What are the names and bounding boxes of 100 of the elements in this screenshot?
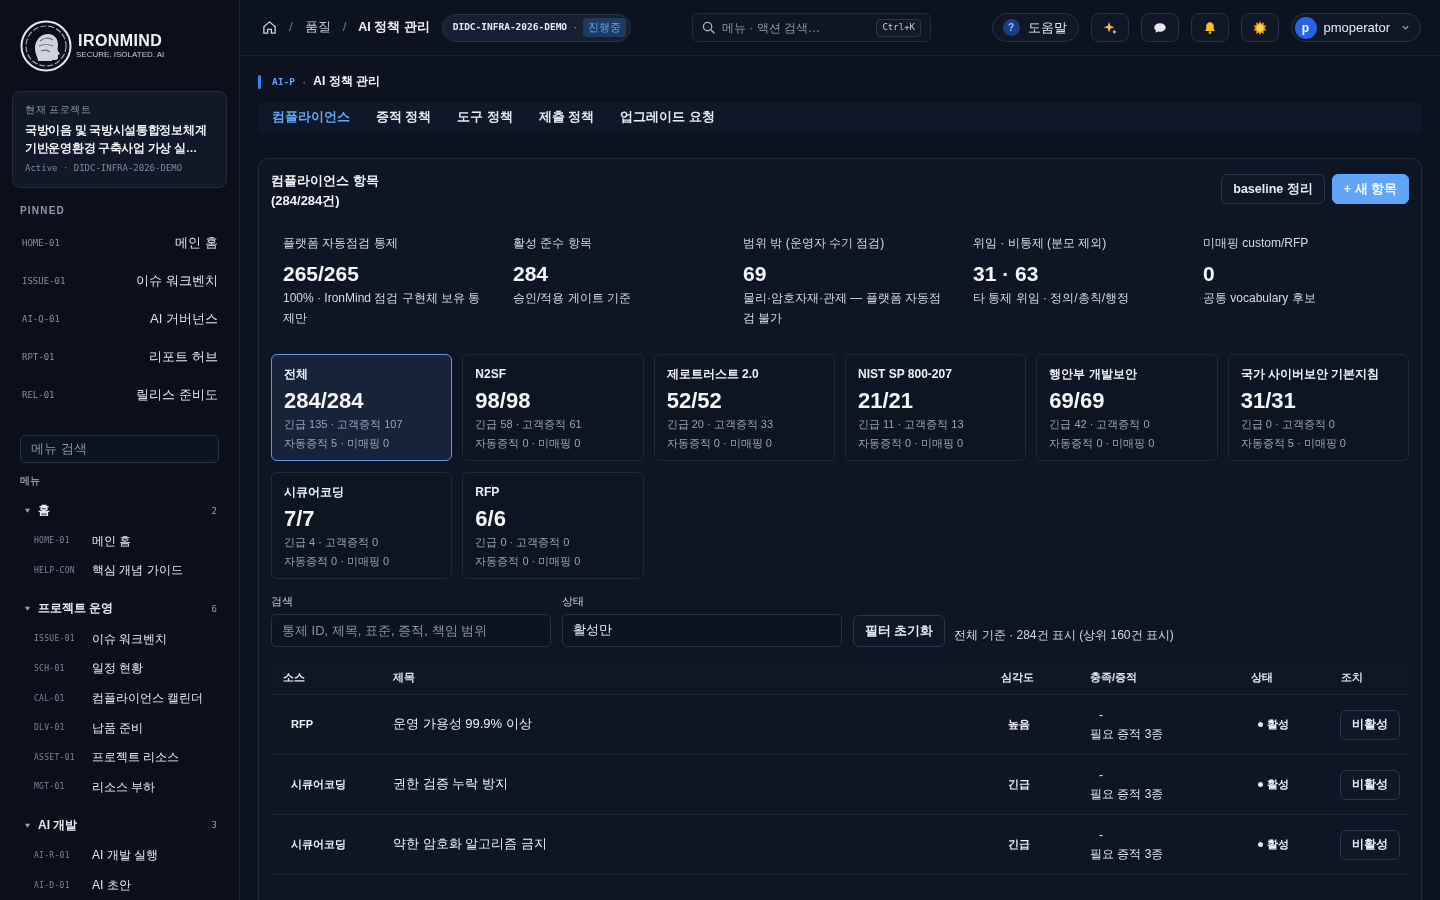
standard-detail: 자동증적 0 · 미매핑 0 <box>858 436 964 451</box>
standard-filter-card[interactable]: 행안부 개발보안 69/69 긴급 42 · 고객증적 0 자동증적 0 · 미매핑 0 <box>1036 354 1218 461</box>
stat-note: 승인/적용 게이트 기준 <box>513 290 632 307</box>
stat-label: 위임 · 비통제 (분모 제외) <box>973 235 1108 251</box>
user-menu-button[interactable]: p pmoperator <box>1290 13 1421 42</box>
column-header: 상태 <box>1250 670 1274 685</box>
reset-filter-button[interactable]: 필터 초기화 <box>853 615 946 647</box>
chat-button[interactable] <box>1140 13 1179 42</box>
pinned-link[interactable]: AI-Q-01 AI 거버넌스 <box>12 300 227 339</box>
breadcrumb-separator: / <box>342 19 347 36</box>
status-dot-icon <box>1258 782 1263 787</box>
brand-name: IRONMIND <box>78 31 163 50</box>
menu-link[interactable]: HELP-CON 핵심 개념 가이드 <box>12 556 227 586</box>
breadcrumb-separator: / <box>289 19 293 36</box>
standard-name: 시큐어코딩 <box>284 484 344 500</box>
stat-label: 미매핑 custom/RFP <box>1203 235 1310 251</box>
help-button[interactable]: ? 도움말 <box>991 13 1079 42</box>
status-dot-icon <box>1258 722 1263 727</box>
status-text: 활성 <box>1267 717 1289 732</box>
speech-bubble-icon <box>1152 20 1167 35</box>
deactivate-button[interactable]: 비활성 <box>1340 829 1400 860</box>
notifications-button[interactable] <box>1190 13 1229 42</box>
menu-group-toggle[interactable]: 홈 2 <box>12 494 227 527</box>
evidence-requirement: 필요 증적 3종 <box>1090 845 1164 862</box>
menu-link[interactable]: AI-R-01 AI 개발 실행 <box>12 841 227 872</box>
pinned-link[interactable]: HOME-01 메인 홈 <box>12 224 227 263</box>
panel-title: 컴플라이언스 항목 <box>271 172 379 190</box>
tab[interactable]: 제출 정책 <box>525 102 608 133</box>
tab[interactable]: 컴플라이언스 <box>259 102 363 133</box>
table-cell-text: 약한 암호화 알고리즘 금지 <box>392 836 548 853</box>
menu-link[interactable]: ASSET-01 프로젝트 리소스 <box>12 743 227 773</box>
table-cell-text: 시큐어코딩 <box>290 777 347 792</box>
stat-note: 물리·암호자재·관제 — 플랫폼 자동점검 불가 <box>743 290 942 327</box>
status-select[interactable]: 활성만 <box>562 614 842 647</box>
fulfillment-value: - <box>1099 767 1103 782</box>
breadcrumb-link[interactable]: 품질 <box>304 19 331 36</box>
page-separator: · <box>301 73 307 91</box>
outline-button[interactable]: baseline 정리 <box>1221 174 1325 204</box>
panel-count: (284/284건) <box>271 192 341 210</box>
standard-name: 국가 사이버보안 기본지침 <box>1240 366 1380 382</box>
tab[interactable]: 업그레이드 요청 <box>607 102 728 133</box>
standard-count: 52/52 <box>666 387 722 415</box>
standard-count: 21/21 <box>858 387 914 415</box>
standard-filter-card[interactable]: 시큐어코딩 7/7 긴급 4 · 고객증적 0 자동증적 0 · 미매핑 0 <box>271 472 453 579</box>
menu-link[interactable]: AI-D-01 AI 초안 <box>12 871 227 900</box>
standard-detail: 긴급 58 · 고객증적 61 <box>475 417 582 432</box>
search-icon <box>701 21 715 34</box>
standard-filter-card[interactable]: 제로트러스트 2.0 52/52 긴급 20 · 고객증적 33 자동증적 0 · 미매핑 0 <box>653 354 835 461</box>
pinned-link[interactable]: REL-01 릴리스 준비도 <box>12 376 227 415</box>
standard-detail: 자동증적 0 · 미매핑 0 <box>1049 436 1155 451</box>
menu-link[interactable]: MGT-01 리소스 부하 <box>12 772 227 803</box>
column-header: 조치 <box>1340 670 1364 685</box>
sparkle-icon <box>1102 20 1117 35</box>
stat-value: 69 <box>743 261 768 287</box>
menu-link[interactable]: DLV-01 납품 준비 <box>12 713 227 744</box>
search-field[interactable]: 통제 ID, 제목, 표준, 증적, 책임 범위 <box>271 614 551 647</box>
theme-button[interactable] <box>1240 13 1279 42</box>
filter-label: 상태 <box>562 594 584 608</box>
stat-value: 31 · 63 <box>973 261 1040 287</box>
deactivate-button[interactable]: 비활성 <box>1340 769 1400 800</box>
tab[interactable]: 증적 정책 <box>363 102 445 133</box>
menu-link[interactable]: HOME-01 메인 홈 <box>12 526 227 557</box>
menu-group-toggle[interactable]: 프로젝트 운영 6 <box>12 592 227 625</box>
page-title: AI 정책 관리 <box>313 74 380 90</box>
column-header: 심각도 <box>1000 670 1035 685</box>
pinned-link[interactable]: RPT-01 리포트 허브 <box>12 338 227 377</box>
evidence-requirement: 필요 증적 3종 <box>1090 725 1164 742</box>
menu-link[interactable]: SCH-01 일정 현황 <box>12 654 227 685</box>
standard-detail: 자동증적 0 · 미매핑 0 <box>475 436 581 451</box>
deactivate-button[interactable]: 비활성 <box>1340 709 1400 740</box>
standard-name: 행안부 개발보안 <box>1049 366 1137 382</box>
standard-filter-card[interactable]: 전체 284/284 긴급 135 · 고객증적 107 자동증적 5 · 미매핑 0 <box>271 354 453 461</box>
standard-detail: 긴급 0 · 고객증적 0 <box>1240 417 1335 432</box>
table-cell-text: 운영 가용성 99.9% 이상 <box>392 716 533 733</box>
menu-link[interactable]: ISSUE-01 이슈 워크벤치 <box>12 624 227 655</box>
standard-filter-card[interactable]: RFP 6/6 긴급 0 · 고객증적 0 자동증적 0 · 미매핑 0 <box>462 472 644 579</box>
standard-detail: 긴급 0 · 고객증적 0 <box>475 535 570 550</box>
sparkle-button[interactable] <box>1090 13 1129 42</box>
menu-group-toggle[interactable]: AI 개발 3 <box>12 809 227 842</box>
status-badge: 진행중 <box>583 18 627 37</box>
standard-filter-card[interactable]: NIST SP 800-207 21/21 긴급 11 · 고객증적 13 자동증적 0 · 미매핑 0 <box>845 354 1027 461</box>
stat-label: 활성 준수 항목 <box>513 235 593 251</box>
standard-detail: 긴급 4 · 고객증적 0 <box>284 535 379 550</box>
standard-count: 98/98 <box>475 387 531 415</box>
table-cell-text: 높음 <box>1007 717 1031 732</box>
stat-value: 284 <box>513 261 550 287</box>
menu-link[interactable]: CAL-01 컴플라이언스 캘린더 <box>12 684 227 714</box>
head-emblem-icon <box>20 20 72 72</box>
pinned-link[interactable]: ISSUE-01 이슈 워크벤치 <box>12 262 227 301</box>
standard-filter-card[interactable]: N2SF 98/98 긴급 58 · 고객증적 61 자동증적 0 · 미매핑 0 <box>462 354 644 461</box>
home-icon[interactable] <box>262 20 277 35</box>
bell-icon <box>1202 20 1217 35</box>
standard-detail: 자동증적 0 · 미매핑 0 <box>666 436 772 451</box>
stat-value: 0 <box>1203 261 1216 287</box>
menu-search-field[interactable]: 메뉴 검색 <box>20 434 219 463</box>
project-name: 국방이음 및 국방시설통합정보체계 기반운영환경 구축사업 가상 실… <box>25 123 208 156</box>
tab[interactable]: 도구 정책 <box>444 102 526 133</box>
stat-note: 공통 vocabulary 후보 <box>1203 290 1317 307</box>
column-header: 제목 <box>392 670 416 685</box>
standard-filter-card[interactable]: 국가 사이버보안 기본지침 31/31 긴급 0 · 고객증적 0 자동증적 5 · 미매핑 0 <box>1227 354 1409 461</box>
